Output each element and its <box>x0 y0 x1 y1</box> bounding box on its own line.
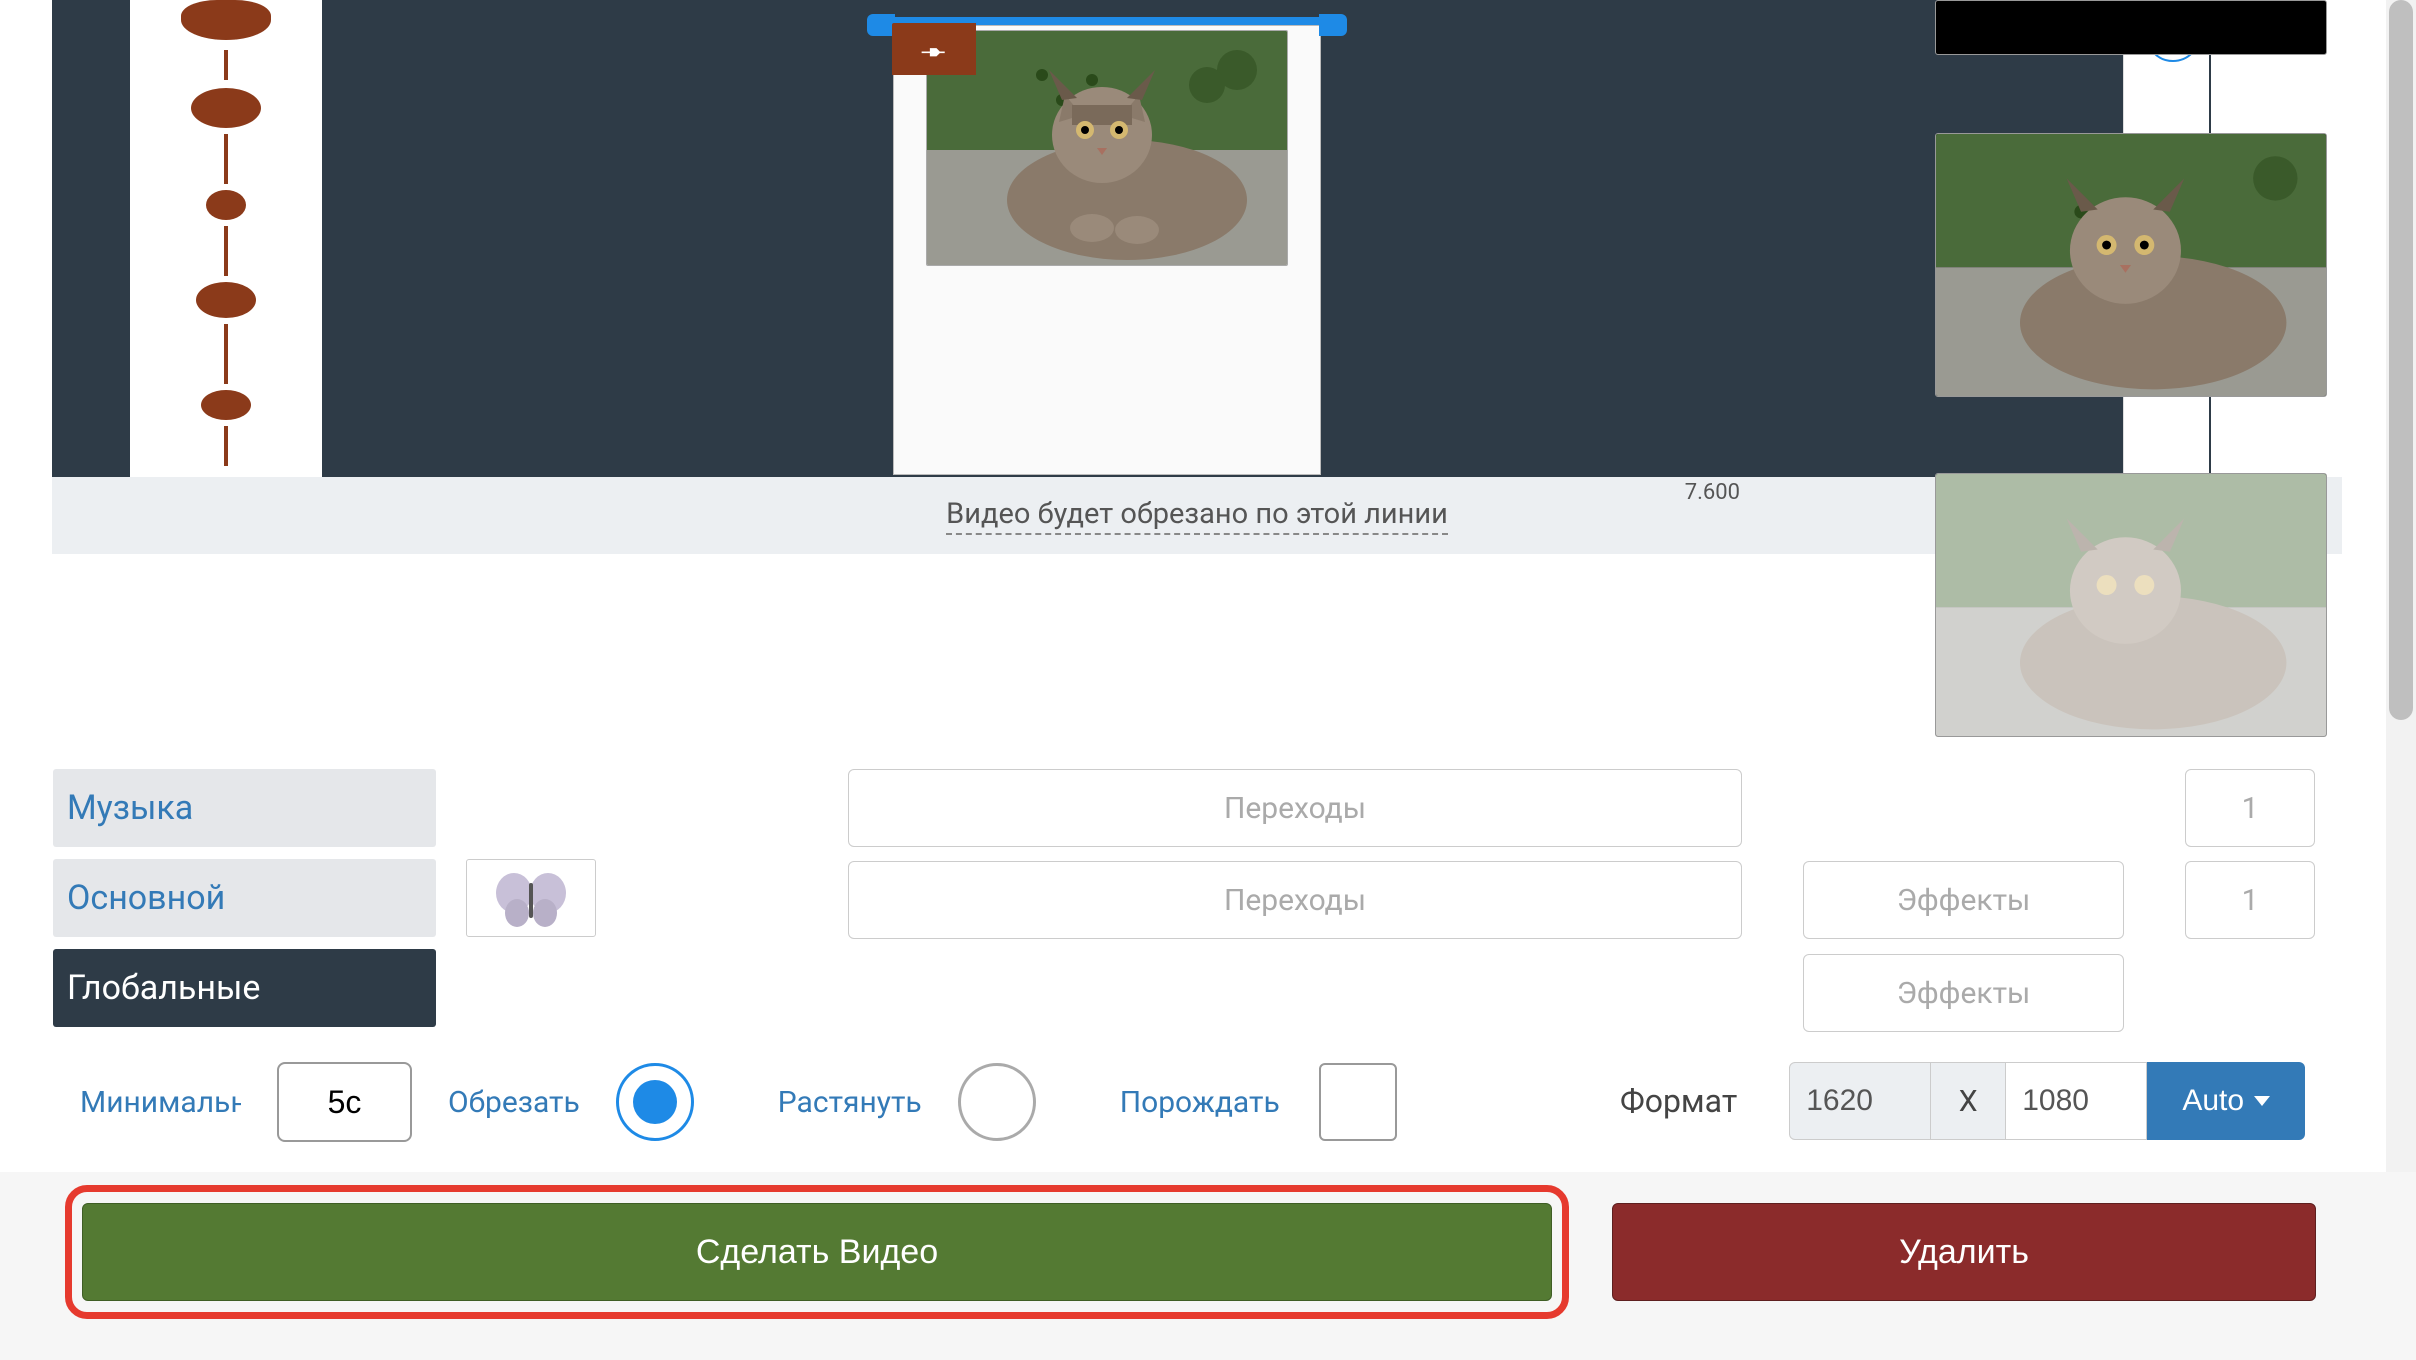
format-height-input[interactable] <box>2005 1062 2147 1140</box>
timeline-clip[interactable] <box>867 0 1347 477</box>
format-auto-dropdown[interactable]: Auto <box>2147 1062 2305 1140</box>
clip-image-thumbnail <box>926 30 1288 266</box>
layers-panel: Музыка Основной Глобальные <box>53 769 596 1039</box>
timeline-canvas[interactable]: 4 6 <box>52 0 2211 477</box>
audio-track[interactable] <box>130 0 322 477</box>
generate-checkbox[interactable] <box>1319 1063 1397 1141</box>
thumbnail-item[interactable] <box>1935 133 2327 397</box>
format-width-input[interactable] <box>1789 1062 1931 1140</box>
pin-icon[interactable] <box>892 23 976 75</box>
layer-global[interactable]: Глобальные <box>53 949 436 1027</box>
auto-label: Auto <box>2182 1084 2244 1118</box>
delete-button[interactable]: Удалить <box>1612 1203 2316 1301</box>
make-video-button[interactable]: Сделать Видео <box>82 1203 1552 1301</box>
cut-time-label: 7.600 <box>1679 480 1746 505</box>
min-duration-label: Минимальн <box>80 1085 241 1120</box>
duration-options-row: Минимальн Обрезать Растянуть Порождать <box>80 1062 1397 1142</box>
generate-label: Порождать <box>1120 1085 1283 1120</box>
thumbnail-panel <box>1906 0 2356 813</box>
stretch-radio[interactable] <box>958 1063 1036 1141</box>
waveform-icon <box>130 0 322 477</box>
clip-handle-right[interactable] <box>1319 14 1347 36</box>
count-music[interactable]: 1 <box>2185 769 2315 847</box>
thumbnail-item-faded[interactable] <box>1935 473 2327 737</box>
caret-down-icon <box>2254 1096 2270 1106</box>
crop-radio[interactable] <box>616 1063 694 1141</box>
stretch-label: Растянуть <box>778 1085 922 1120</box>
transitions-button-music[interactable]: Переходы <box>848 769 1742 847</box>
format-x-separator: X <box>1931 1062 2005 1140</box>
layer-main[interactable]: Основной <box>53 859 436 937</box>
butterfly-thumbnail[interactable] <box>466 859 596 937</box>
scrollbar-thumb[interactable] <box>2389 0 2413 720</box>
min-duration-input[interactable] <box>277 1062 412 1142</box>
cut-line-message: Видео будет обрезано по этой линии <box>946 497 1448 535</box>
thumbnail-item[interactable] <box>1935 0 2327 55</box>
clip-body <box>893 25 1321 475</box>
scrollbar-track[interactable] <box>2386 0 2416 1360</box>
effects-button-main[interactable]: Эффекты <box>1803 861 2124 939</box>
transitions-button-main[interactable]: Переходы <box>848 861 1742 939</box>
crop-label: Обрезать <box>448 1085 580 1120</box>
format-label: Формат <box>1620 1082 1737 1120</box>
layer-music[interactable]: Музыка <box>53 769 436 847</box>
effects-button-global[interactable]: Эффекты <box>1803 954 2124 1032</box>
clip-handle-left[interactable] <box>867 14 895 36</box>
count-main[interactable]: 1 <box>2185 861 2315 939</box>
format-row: Формат X Auto <box>1620 1062 2305 1140</box>
